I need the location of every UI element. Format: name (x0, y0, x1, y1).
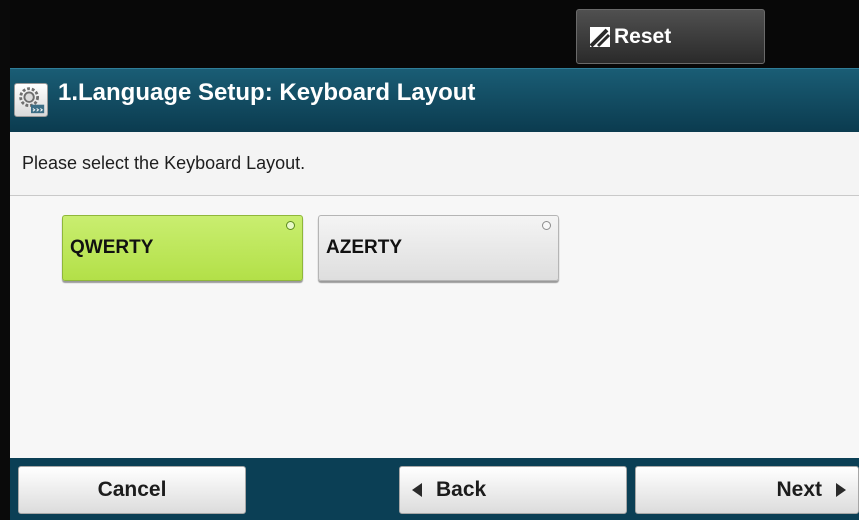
cancel-label: Cancel (97, 478, 167, 501)
bottom-bar: Cancel Back Next (10, 458, 859, 520)
arrow-right-icon (836, 483, 846, 497)
reset-button[interactable]: Reset (576, 9, 765, 64)
title-bar: 1.Language Setup: Keyboard Layout (10, 68, 859, 132)
next-label: Next (776, 478, 822, 501)
settings-gear-icon (14, 83, 48, 117)
top-bar: Reset (10, 0, 859, 68)
selected-indicator-icon (286, 221, 295, 230)
back-button[interactable]: Back (399, 466, 627, 514)
instruction-text: Please select the Keyboard Layout. (10, 132, 859, 196)
option-qwerty-label: QWERTY (70, 237, 154, 258)
reset-label: Reset (614, 24, 672, 48)
option-area: QWERTY AZERTY (10, 196, 859, 458)
cancel-button[interactable]: Cancel (18, 466, 246, 514)
page-title: 1.Language Setup: Keyboard Layout (58, 79, 476, 106)
screen-frame: Reset 1.Language Setup: Keyboard Layout … (10, 0, 859, 520)
option-azerty-label: AZERTY (326, 237, 402, 258)
next-button[interactable]: Next (635, 466, 859, 514)
option-qwerty-button[interactable]: QWERTY (62, 215, 303, 281)
option-azerty-button[interactable]: AZERTY (318, 215, 559, 281)
arrow-left-icon (412, 483, 422, 497)
back-label: Back (436, 478, 487, 501)
unselected-indicator-icon (542, 221, 551, 230)
reset-icon (589, 26, 611, 47)
